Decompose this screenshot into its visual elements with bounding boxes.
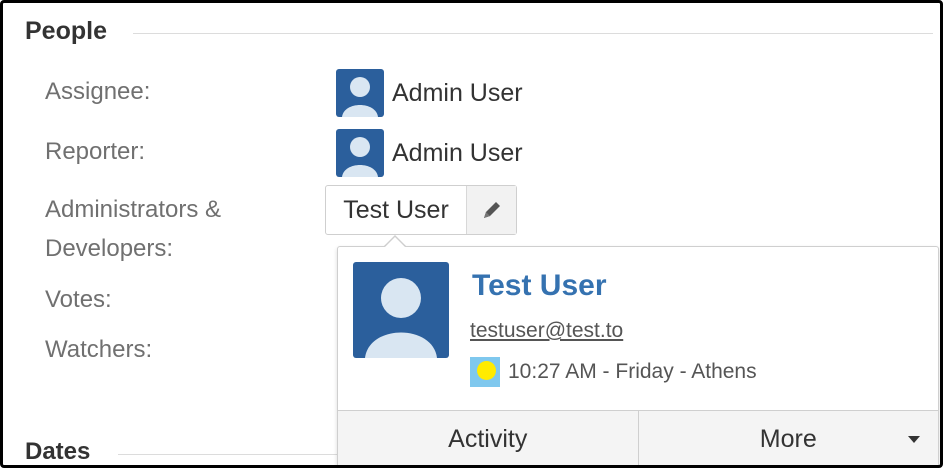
watchers-label: Watchers: <box>45 336 153 363</box>
sun-icon <box>470 357 500 387</box>
assignee-name[interactable]: Admin User <box>392 79 523 108</box>
user-hover-card: Test User testuser@test.to 10:27 AM - Fr… <box>337 246 939 465</box>
admins-user-chip[interactable]: Test User <box>325 185 517 235</box>
reporter-user[interactable]: Admin User <box>336 129 523 177</box>
more-button-label: More <box>759 424 817 453</box>
section-divider <box>133 33 933 34</box>
activity-button[interactable]: Activity <box>338 411 638 465</box>
reporter-label: Reporter: <box>45 138 146 165</box>
assignee-user[interactable]: Admin User <box>336 69 523 117</box>
avatar <box>353 262 449 358</box>
activity-button-label: Activity <box>448 424 528 453</box>
card-user-name[interactable]: Test User <box>472 269 607 303</box>
reporter-name[interactable]: Admin User <box>392 139 523 168</box>
admins-label-line2: Developers: <box>45 235 174 262</box>
section-title-people: People <box>25 16 119 46</box>
user-silhouette-icon <box>365 278 437 358</box>
user-silhouette-icon <box>342 77 378 117</box>
card-pointer-inner <box>384 237 406 248</box>
local-time-text: 10:27 AM - Friday - Athens <box>508 360 757 383</box>
admins-user-name[interactable]: Test User <box>326 186 467 234</box>
card-local-time: 10:27 AM - Friday - Athens <box>470 357 757 387</box>
admins-label-line1: Administrators & <box>45 196 222 223</box>
section-title-dates: Dates <box>25 437 103 465</box>
chevron-down-icon <box>908 436 920 443</box>
card-user-email[interactable]: testuser@test.to <box>470 319 623 343</box>
votes-label: Votes: <box>45 286 112 313</box>
avatar <box>336 129 384 177</box>
more-dropdown-button[interactable]: More <box>637 411 939 465</box>
edit-button[interactable] <box>467 186 516 234</box>
issue-details-panel: People Assignee: Reporter: Administrator… <box>0 0 943 468</box>
avatar <box>336 69 384 117</box>
card-footer: Activity More <box>338 410 939 465</box>
pencil-icon <box>483 202 500 218</box>
assignee-label: Assignee: <box>45 78 151 105</box>
user-silhouette-icon <box>342 137 378 177</box>
